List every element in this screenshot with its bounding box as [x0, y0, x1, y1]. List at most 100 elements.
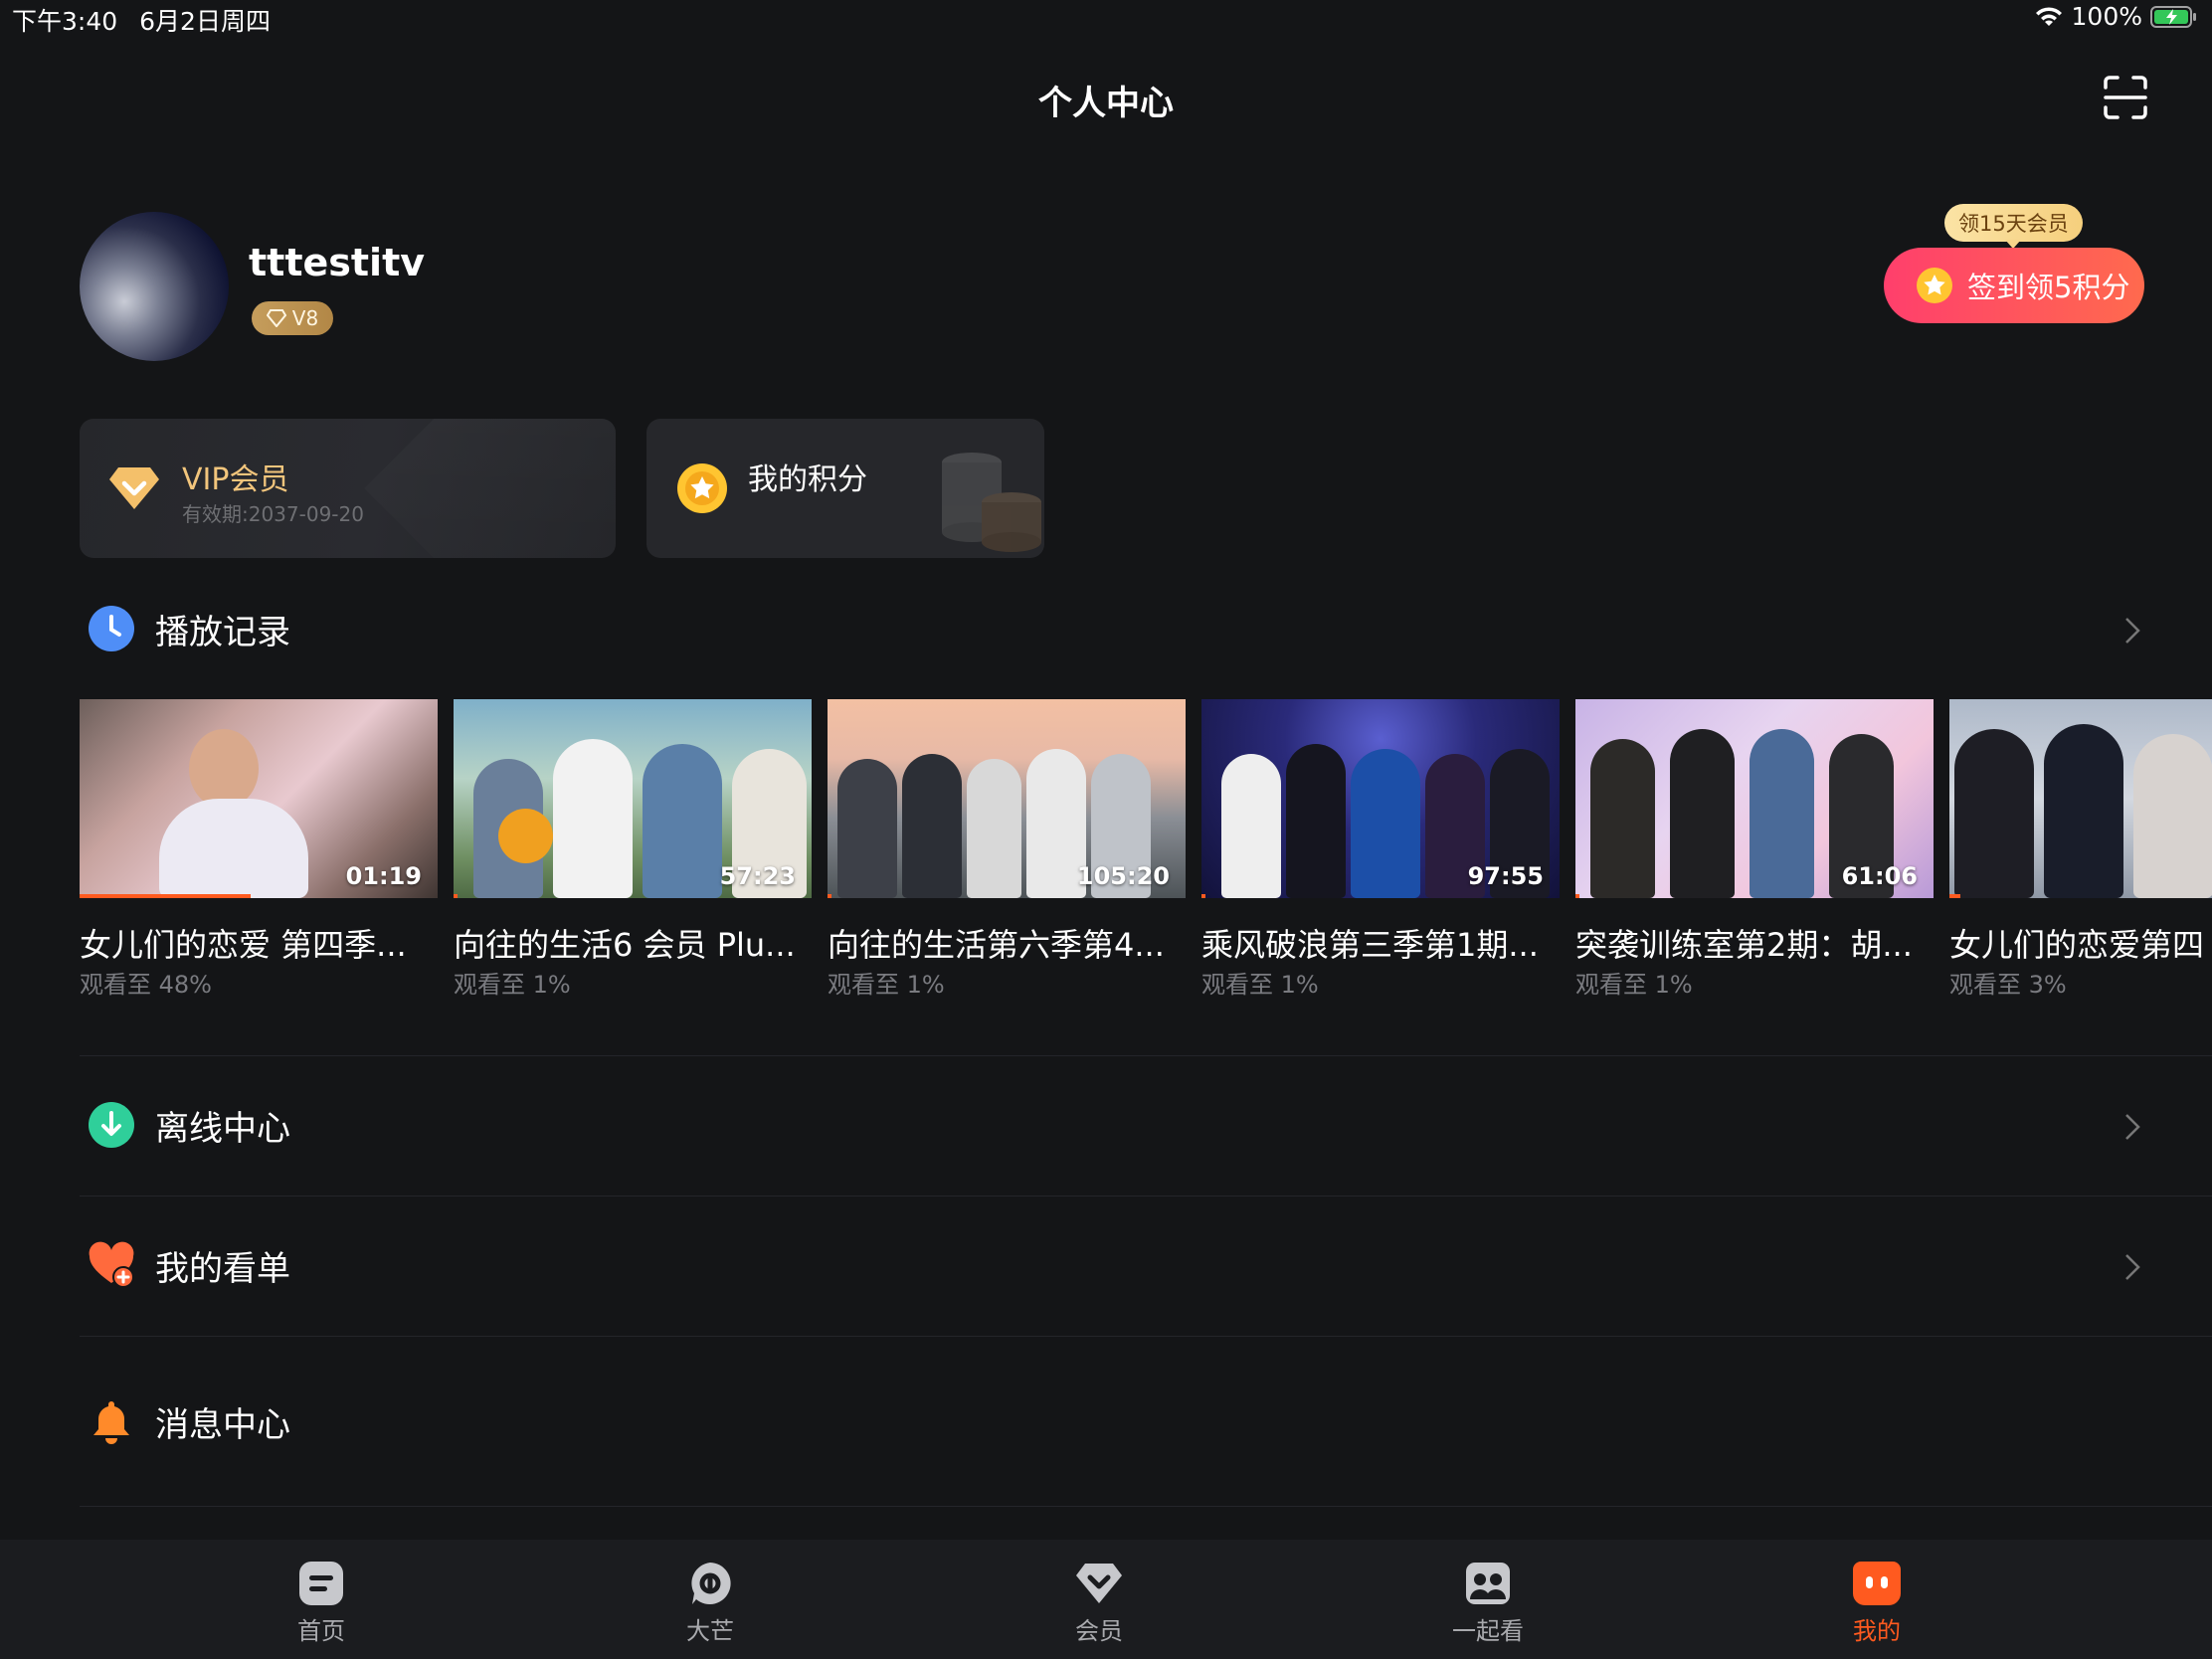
- battery-percent: 100%: [2071, 2, 2142, 31]
- page-title: 个人中心: [1038, 84, 1174, 123]
- status-bar-right: 100%: [2034, 2, 2198, 31]
- history-item-title[interactable]: 突袭训练室第2期：胡...: [1575, 920, 1934, 966]
- nav-label: 我的: [1853, 1617, 1901, 1645]
- message-center-label[interactable]: 消息中心: [155, 1397, 290, 1446]
- thumb-progress: [828, 894, 831, 898]
- watch-together-icon: [1466, 1563, 1510, 1604]
- status-time: 下午3:40: [12, 7, 118, 36]
- coins-stack-icon: [942, 453, 1041, 552]
- history-item-progress: 观看至 1%: [454, 971, 571, 999]
- thumb-duration: 97:55: [1467, 862, 1544, 890]
- thumb-progress: [454, 894, 458, 898]
- history-item-title[interactable]: 向往的生活第六季第4...: [828, 920, 1186, 966]
- nav-label: 一起看: [1452, 1617, 1524, 1645]
- divider: [80, 1196, 2212, 1197]
- scan-icon[interactable]: [2102, 74, 2149, 121]
- nav-watch-together[interactable]: 一起看: [1418, 1560, 1558, 1646]
- vip-nav-icon: [1076, 1564, 1122, 1603]
- clock-icon: [89, 606, 134, 651]
- vip-level-badge[interactable]: V8: [252, 301, 333, 335]
- thumb-figure: [643, 744, 722, 898]
- history-thumb[interactable]: [1949, 699, 2212, 898]
- thumb-figure: [1286, 744, 1346, 898]
- thumb-duration: 105:20: [1076, 862, 1170, 890]
- thumb-figure: [837, 759, 897, 898]
- history-item-title[interactable]: 女儿们的恋爱 第四季...: [80, 920, 438, 966]
- vip-card[interactable]: VIP会员 有效期:2037-09-20: [80, 419, 616, 558]
- thumb-progress: [1949, 894, 1960, 898]
- points-card-title: 我的积分: [748, 462, 867, 497]
- thumb-figure: [189, 729, 259, 809]
- card-decoration: [364, 419, 616, 558]
- heart-plus-icon: [89, 1241, 134, 1288]
- thumb-figure: [1590, 739, 1655, 898]
- offline-center-label[interactable]: 离线中心: [155, 1101, 290, 1150]
- thumb-duration: 01:19: [345, 862, 422, 890]
- chevron-right-icon[interactable]: [2122, 1252, 2142, 1282]
- history-item-progress: 观看至 1%: [828, 971, 945, 999]
- avatar[interactable]: [80, 212, 229, 361]
- divider: [80, 1506, 2212, 1507]
- thumb-figure: [1954, 729, 2034, 898]
- download-icon: [89, 1102, 134, 1148]
- divider: [80, 1336, 2212, 1337]
- mine-icon: [1853, 1562, 1901, 1605]
- history-item-progress: 观看至 48%: [80, 971, 212, 999]
- thumb-figure: [1750, 729, 1814, 898]
- thumb-figure: [902, 754, 962, 898]
- thumb-figure: [159, 799, 308, 898]
- battery-charging-icon: [2150, 5, 2196, 28]
- thumb-progress: [1575, 894, 1579, 898]
- history-title[interactable]: 播放记录: [155, 605, 290, 653]
- history-item-progress: 观看至 1%: [1575, 971, 1693, 999]
- thumb-figure: [1351, 749, 1420, 898]
- thumb-figure: [1221, 754, 1281, 898]
- checkin-tooltip: 领15天会员: [1944, 204, 2083, 242]
- history-item-title[interactable]: 向往的生活6 会员 Plu...: [454, 920, 812, 966]
- thumb-progress: [80, 894, 251, 898]
- status-bar-left: 下午3:40 6月2日周四: [12, 2, 271, 38]
- thumb-duration: 57:23: [719, 862, 796, 890]
- nav-label: 大芒: [686, 1617, 734, 1645]
- checkin-label: 签到领5积分: [1967, 271, 2130, 304]
- home-icon: [299, 1562, 343, 1605]
- vip-level-label: V8: [291, 306, 319, 330]
- chevron-right-icon[interactable]: [2122, 1112, 2142, 1142]
- history-item-title[interactable]: 乘风破浪第三季第1期...: [1201, 920, 1560, 966]
- divider: [80, 1055, 2212, 1056]
- thumb-figure: [553, 739, 633, 898]
- history-thumb[interactable]: 57:23: [454, 699, 812, 898]
- vip-diamond-icon: [109, 467, 159, 509]
- status-date: 6月2日周四: [139, 7, 271, 36]
- chevron-right-icon[interactable]: [2122, 616, 2142, 645]
- wifi-icon: [2035, 6, 2062, 26]
- nav-damang[interactable]: 大芒: [641, 1560, 780, 1646]
- diamond-icon: [266, 309, 286, 327]
- history-item-title[interactable]: 女儿们的恋爱第四: [1949, 920, 2212, 966]
- history-thumb[interactable]: 97:55: [1201, 699, 1560, 898]
- bell-icon: [93, 1401, 129, 1444]
- history-item-progress: 观看至 3%: [1949, 971, 2067, 999]
- checkin-button[interactable]: 签到领5积分: [1884, 248, 2144, 323]
- watchlist-label[interactable]: 我的看单: [155, 1241, 290, 1290]
- history-thumb[interactable]: 01:19: [80, 699, 438, 898]
- thumb-figure: [2133, 734, 2212, 898]
- points-card[interactable]: 我的积分: [646, 419, 1044, 558]
- history-item-progress: 观看至 1%: [1201, 971, 1319, 999]
- nav-home[interactable]: 首页: [252, 1560, 391, 1646]
- username[interactable]: tttestitv: [249, 241, 425, 284]
- nav-label: 会员: [1075, 1617, 1123, 1645]
- history-thumb[interactable]: 105:20: [828, 699, 1186, 898]
- history-thumb[interactable]: 61:06: [1575, 699, 1934, 898]
- nav-label: 首页: [297, 1617, 345, 1645]
- thumb-figure: [2044, 724, 2123, 898]
- thumb-duration: 61:06: [1841, 862, 1918, 890]
- star-coin-icon: [1917, 268, 1952, 303]
- thumb-figure: [967, 759, 1021, 898]
- nav-vip[interactable]: 会员: [1029, 1560, 1169, 1646]
- points-star-icon: [677, 463, 727, 513]
- nav-mine[interactable]: 我的: [1807, 1560, 1946, 1646]
- vip-card-title: VIP会员: [182, 462, 289, 497]
- thumb-ball: [498, 809, 553, 863]
- damang-icon: [691, 1563, 731, 1604]
